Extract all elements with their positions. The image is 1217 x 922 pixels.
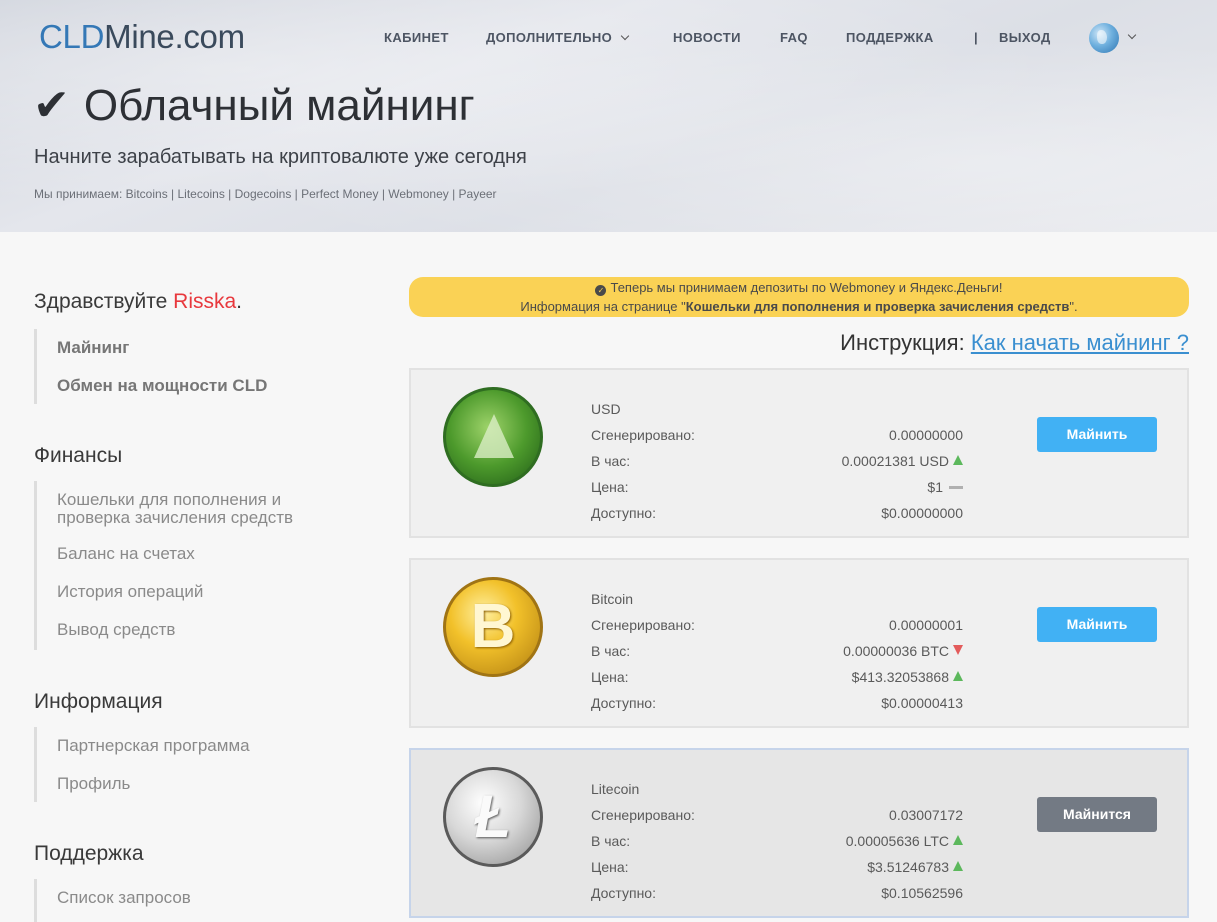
coin-name: Litecoin bbox=[591, 781, 640, 797]
nav-faq[interactable]: FAQ bbox=[780, 30, 808, 45]
page-subtitle: Начните зарабатывать на криптовалюте уже… bbox=[34, 146, 527, 168]
coin-stats: Bitcoin Сгенерировано: 0.00000001 В час: 0… bbox=[591, 591, 963, 711]
nav-cabinet[interactable]: КАБИНЕТ bbox=[384, 30, 449, 45]
finance-menu: Кошельки для пополнения и проверка зачис… bbox=[34, 481, 293, 650]
greeting: Здравствуйте Risska. bbox=[34, 290, 243, 313]
nav-news[interactable]: НОВОСТИ bbox=[673, 30, 741, 45]
notice-link[interactable]: Кошельки для пополнения и проверка зачис… bbox=[686, 299, 1070, 314]
generated-value: 0.03007172 bbox=[889, 807, 963, 823]
coin-card-bitcoin: B Bitcoin Сгенерировано: 0.00000001 В час… bbox=[409, 558, 1189, 728]
trend-up-icon bbox=[953, 455, 963, 465]
sidebar-item-cld-exchange[interactable]: Обмен на мощности CLD bbox=[37, 377, 267, 395]
check-circle-icon: ✓ bbox=[595, 285, 607, 296]
globe-icon[interactable] bbox=[1089, 23, 1119, 53]
sidebar-item-history[interactable]: История операций bbox=[37, 583, 293, 601]
section-finance: Финансы bbox=[34, 444, 123, 467]
coin-name: USD bbox=[591, 401, 621, 417]
sidebar-item-mining[interactable]: Майнинг bbox=[37, 339, 267, 357]
coin-name: Bitcoin bbox=[591, 591, 634, 607]
coin-card-usd: USD Сгенерировано: 0.00000000 В час: 0.000… bbox=[409, 368, 1189, 538]
nav-support[interactable]: ПОДДЕРЖКА bbox=[846, 30, 934, 45]
nav-additional[interactable]: ДОПОЛНИТЕЛЬНО bbox=[486, 30, 630, 45]
chevron-down-icon bbox=[620, 31, 630, 41]
bitcoin-icon: B bbox=[443, 577, 543, 677]
available-value: $0.00000413 bbox=[881, 695, 963, 711]
section-support: Поддержка bbox=[34, 842, 144, 865]
instruction: Инструкция: Как начать майнинг ? bbox=[840, 330, 1189, 355]
sidebar-item-requests[interactable]: Список запросов bbox=[37, 889, 191, 907]
sidebar-item-balance[interactable]: Баланс на счетах bbox=[37, 545, 293, 563]
trend-flat-icon bbox=[949, 486, 963, 489]
generated-value: 0.00000000 bbox=[889, 427, 963, 443]
mine-button-usd[interactable]: Майнить bbox=[1037, 417, 1157, 452]
trend-up-icon bbox=[953, 671, 963, 681]
price-value: $3.51246783 bbox=[867, 859, 949, 875]
mining-status-button-litecoin[interactable]: Майнится bbox=[1037, 797, 1157, 832]
dollar-pyramid-icon bbox=[443, 387, 543, 487]
nav-logout[interactable]: ВЫХОД bbox=[999, 30, 1051, 45]
coin-card-litecoin: Ł Litecoin Сгенерировано: 0.03007172 В ча… bbox=[409, 748, 1189, 918]
accepted-payments: Мы принимаем: Bitcoins | Litecoins | Dog… bbox=[34, 187, 497, 201]
username: Risska bbox=[173, 290, 237, 313]
nav-separator: | bbox=[974, 30, 979, 45]
per-hour-value: 0.00000036 BTC bbox=[843, 643, 949, 659]
litecoin-icon: Ł bbox=[443, 767, 543, 867]
trend-up-icon bbox=[953, 835, 963, 845]
info-menu: Партнерская программа Профиль bbox=[34, 727, 250, 802]
sidebar-item-partner[interactable]: Партнерская программа bbox=[37, 737, 250, 755]
generated-value: 0.00000001 bbox=[889, 617, 963, 633]
mine-button-bitcoin[interactable]: Майнить bbox=[1037, 607, 1157, 642]
coin-stats: Litecoin Сгенерировано: 0.03007172 В час:… bbox=[591, 781, 963, 901]
per-hour-value: 0.00021381 USD bbox=[841, 453, 949, 469]
section-info: Информация bbox=[34, 690, 163, 713]
hero-header: CLDMine.com КАБИНЕТ ДОПОЛНИТЕЛЬНО НОВОСТ… bbox=[0, 0, 1217, 232]
available-value: $0.10562596 bbox=[881, 885, 963, 901]
trend-up-icon bbox=[953, 861, 963, 871]
sidebar-item-wallets[interactable]: Кошельки для пополнения и проверка зачис… bbox=[37, 491, 293, 527]
page-title: ✔ Облачный майнинг bbox=[33, 81, 475, 130]
per-hour-value: 0.00005636 LTC bbox=[845, 833, 949, 849]
trend-down-icon bbox=[953, 645, 963, 655]
price-value: $1 bbox=[927, 479, 943, 495]
notice-banner: ✓ Теперь мы принимаем депозиты по Webmone… bbox=[409, 277, 1189, 317]
check-icon: ✔ bbox=[33, 81, 70, 130]
mining-menu: Майнинг Обмен на мощности CLD bbox=[34, 329, 267, 404]
sidebar-item-withdraw[interactable]: Вывод средств bbox=[37, 621, 293, 639]
coin-name-row: USD bbox=[591, 397, 963, 423]
support-menu: Список запросов bbox=[34, 879, 191, 922]
how-to-start-link[interactable]: Как начать майнинг ? bbox=[971, 330, 1189, 355]
coin-stats: USD Сгенерировано: 0.00000000 В час: 0.000… bbox=[591, 397, 963, 527]
sidebar-item-profile[interactable]: Профиль bbox=[37, 775, 250, 793]
available-value: $0.00000000 bbox=[881, 505, 963, 521]
site-logo[interactable]: CLDMine.com bbox=[39, 18, 245, 56]
chevron-down-icon[interactable] bbox=[1127, 30, 1137, 40]
price-value: $413.32053868 bbox=[851, 669, 949, 685]
